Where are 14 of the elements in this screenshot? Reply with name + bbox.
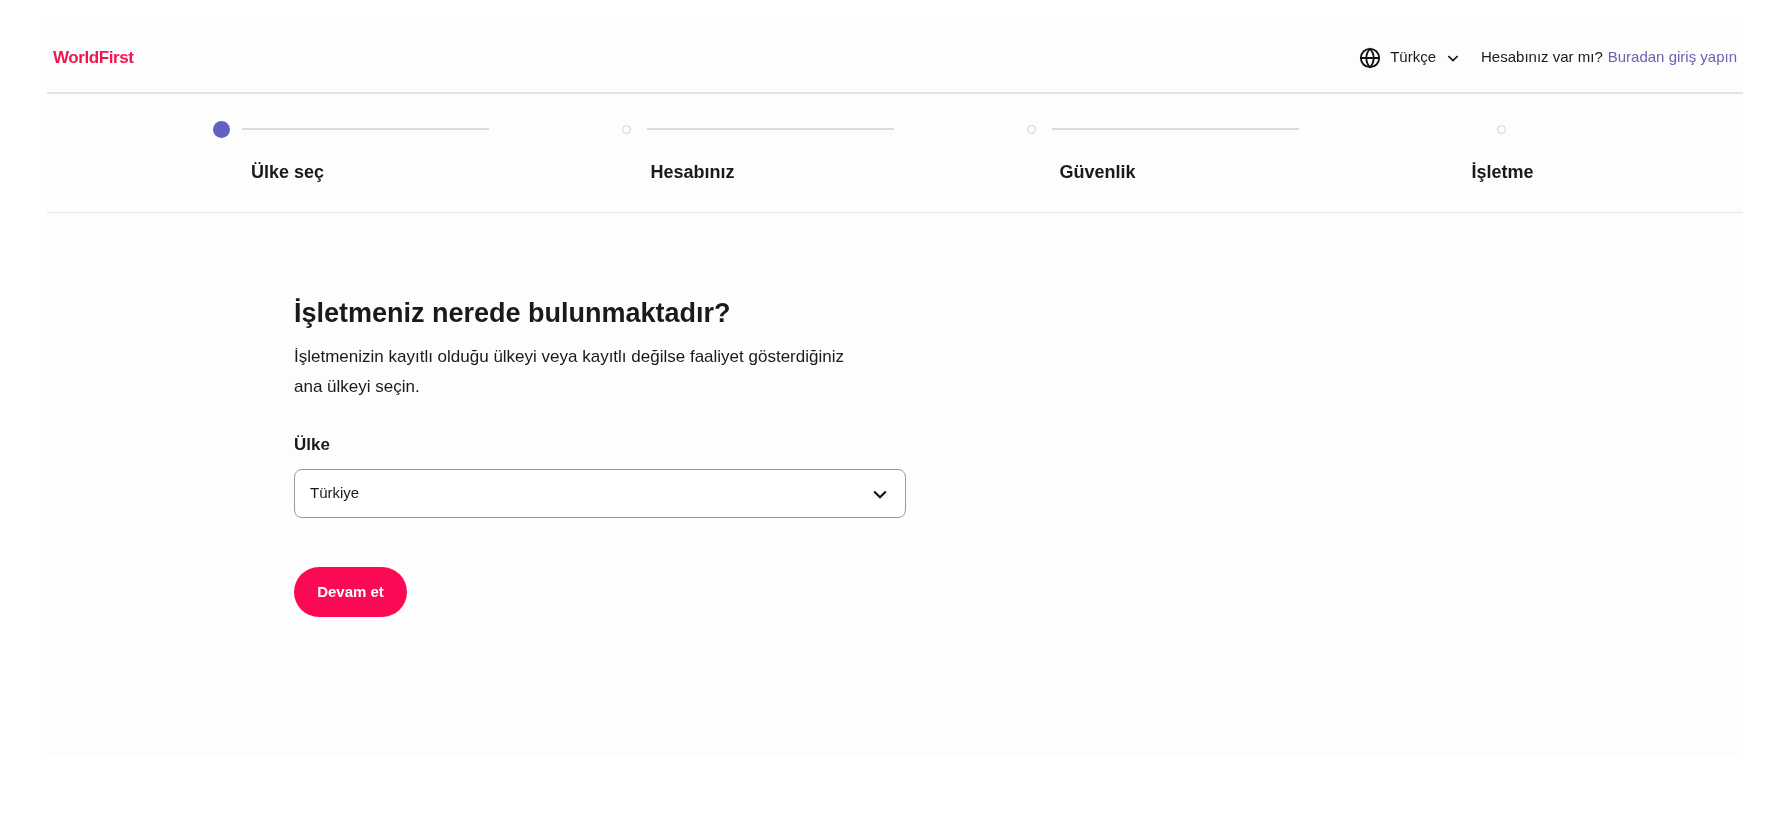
form-title: İşletmeniz nerede bulunmaktadır? <box>294 297 732 330</box>
globe-icon <box>1359 46 1382 69</box>
login-link[interactable]: Buradan giriş yapın <box>1607 46 1737 69</box>
field-label: Ülke <box>294 433 331 456</box>
account-prompt: Hesabınız var mı? <box>1481 47 1603 68</box>
continue-button[interactable]: Devam et <box>294 567 407 617</box>
country-select[interactable]: Türkiye <box>294 469 906 518</box>
logo[interactable]: WorldFirst <box>53 44 134 71</box>
step-label: Güvenlik <box>1059 161 1136 184</box>
language-selector[interactable]: Türkçe <box>1359 46 1462 69</box>
form-description: İşletmenizin kayıtlı olduğu ülkeyi veya kayıtlı değilse faaliyet gösterdiğiniz ana ülkeyi seçin. <box>294 345 845 398</box>
step-label: İşletme <box>1471 161 1534 184</box>
step-label: Hesabınız <box>650 161 735 184</box>
step-label: Ülke seç <box>250 161 325 184</box>
